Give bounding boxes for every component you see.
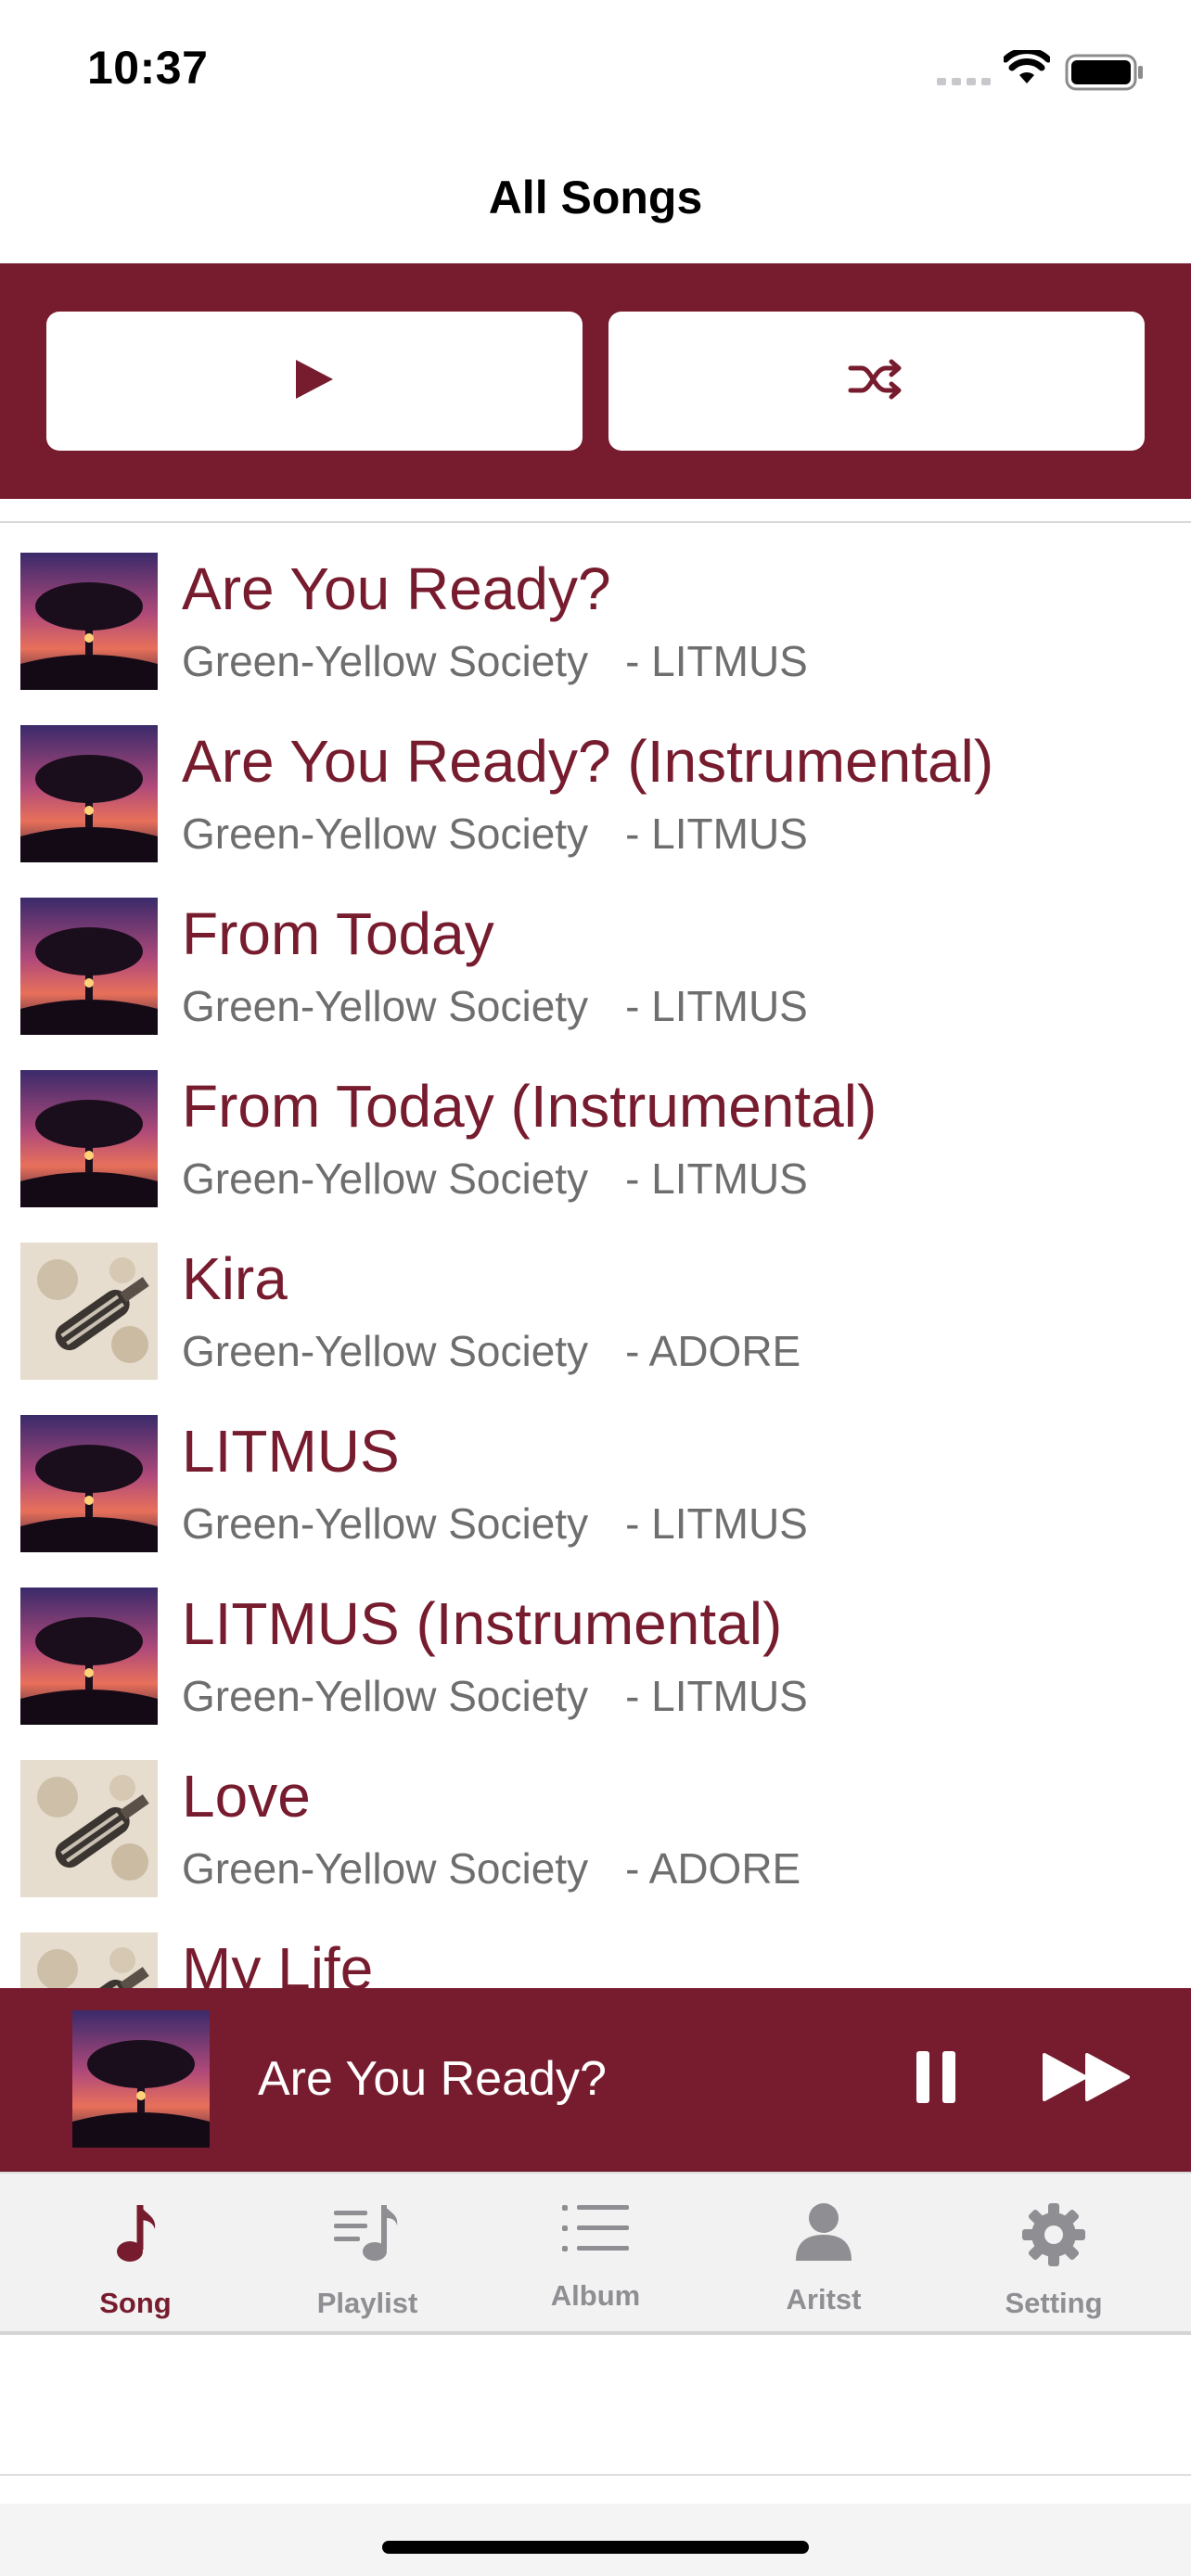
play-all-button[interactable] — [46, 312, 583, 451]
album-artwork — [20, 1932, 158, 1988]
album-artwork — [20, 1760, 158, 1897]
song-album: - ADORE — [625, 1327, 801, 1375]
tab-artist-label: Aritst — [786, 2283, 862, 2315]
song-row[interactable]: Are You Ready? Green-Yellow Society - LITM… — [0, 538, 1191, 710]
song-row[interactable]: Are You Ready? (Instrumental) Green-Yello… — [0, 710, 1191, 883]
tab-playlist-label: Playlist — [316, 2287, 418, 2319]
person-icon — [794, 2201, 853, 2267]
song-title: LITMUS — [182, 1418, 400, 1485]
page-title: All Songs — [488, 172, 703, 223]
battery-icon — [1065, 54, 1145, 96]
song-artist: Green-Yellow Society — [182, 1672, 589, 1720]
tab-setting[interactable]: Setting — [935, 2174, 1172, 2333]
tab-setting-label: Setting — [1005, 2287, 1103, 2319]
song-row[interactable]: Kira Green-Yellow Society - ADORE — [0, 1228, 1191, 1400]
song-album: - ADORE — [625, 1844, 801, 1893]
cellular-signal-icon — [937, 74, 992, 91]
album-artwork — [20, 898, 158, 1035]
now-playing-bar[interactable]: Are You Ready? — [0, 1988, 1191, 2172]
song-row[interactable]: LITMUS (Instrumental) Green-Yellow Societ… — [0, 1573, 1191, 1745]
pause-button[interactable] — [915, 2049, 957, 2110]
song-artist: Green-Yellow Society — [182, 1327, 589, 1375]
song-artist: Green-Yellow Society — [182, 1499, 589, 1548]
gear-icon — [1020, 2201, 1087, 2273]
home-indicator[interactable] — [382, 2541, 809, 2554]
song-title: Are You Ready? (Instrumental) — [182, 728, 994, 795]
status-bar: 10:37 — [0, 0, 1191, 139]
footer-divider — [0, 2474, 1191, 2476]
album-artwork — [20, 1415, 158, 1552]
song-album: - LITMUS — [625, 810, 808, 858]
song-subtitle: Green-Yellow Society - LITMUS — [182, 1671, 808, 1721]
play-icon — [294, 358, 335, 405]
song-title: LITMUS (Instrumental) — [182, 1590, 783, 1657]
song-subtitle: Green-Yellow Society - LITMUS — [182, 636, 808, 686]
tab-album-label: Album — [550, 2279, 641, 2312]
tab-song[interactable]: Song — [17, 2174, 254, 2333]
song-artist: Green-Yellow Society — [182, 1844, 589, 1893]
song-subtitle: Green-Yellow Society - LITMUS — [182, 809, 808, 859]
song-list[interactable]: Are You Ready? Green-Yellow Society - LITM… — [0, 538, 1191, 1988]
song-subtitle: Green-Yellow Society - LITMUS — [182, 1498, 808, 1549]
list-icon — [560, 2201, 631, 2262]
song-row[interactable]: From Today (Instrumental) Green-Yellow So… — [0, 1055, 1191, 1228]
song-album: - LITMUS — [625, 1154, 808, 1203]
song-title: Are You Ready? — [182, 555, 611, 622]
song-artist: Green-Yellow Society — [182, 982, 589, 1030]
tab-playlist[interactable]: Playlist — [249, 2174, 486, 2333]
action-bar — [0, 263, 1191, 499]
song-subtitle: Green-Yellow Society - ADORE — [182, 1326, 800, 1376]
song-title: Love — [182, 1763, 311, 1830]
tab-artist[interactable]: Aritst — [705, 2174, 942, 2333]
empty-area — [0, 2335, 1191, 2474]
tab-bar: Song Playlist Album Aritst Setting — [0, 2172, 1191, 2333]
tab-song-label: Song — [99, 2287, 172, 2319]
song-artist: Green-Yellow Society — [182, 637, 589, 685]
song-row[interactable]: From Today Green-Yellow Society - LITMUS — [0, 883, 1191, 1055]
song-artist: Green-Yellow Society — [182, 1154, 589, 1203]
tab-album[interactable]: Album — [477, 2174, 714, 2333]
playlist-icon — [332, 2201, 403, 2273]
song-album: - LITMUS — [625, 637, 808, 685]
now-playing-artwork — [72, 2010, 210, 2148]
song-album: - LITMUS — [625, 1672, 808, 1720]
shuffle-icon — [847, 357, 906, 406]
song-subtitle: Green-Yellow Society - ADORE — [182, 1843, 800, 1894]
album-artwork — [20, 553, 158, 690]
album-artwork — [20, 1243, 158, 1380]
album-artwork — [20, 725, 158, 862]
wifi-icon — [1002, 47, 1052, 90]
music-note-icon — [112, 2201, 159, 2273]
song-subtitle: Green-Yellow Society - LITMUS — [182, 981, 808, 1031]
fast-forward-button[interactable] — [1043, 2051, 1132, 2108]
song-title: From Today (Instrumental) — [182, 1073, 877, 1140]
song-artist: Green-Yellow Society — [182, 810, 589, 858]
song-album: - LITMUS — [625, 982, 808, 1030]
song-row[interactable]: LITMUS Green-Yellow Society - LITMUS — [0, 1400, 1191, 1573]
footer-area — [0, 2504, 1191, 2576]
shuffle-button[interactable] — [608, 312, 1145, 451]
song-title: From Today — [182, 900, 494, 967]
song-album: - LITMUS — [625, 1499, 808, 1548]
now-playing-title: Are You Ready? — [258, 2052, 607, 2106]
status-time: 10:37 — [87, 42, 209, 94]
song-row[interactable]: Love Green-Yellow Society - ADORE — [0, 1745, 1191, 1918]
list-divider — [0, 521, 1191, 523]
song-subtitle: Green-Yellow Society - LITMUS — [182, 1154, 808, 1204]
song-title: Kira — [182, 1245, 288, 1312]
song-row[interactable]: My Life — [0, 1918, 1191, 1988]
album-artwork — [20, 1588, 158, 1725]
song-title: My Life — [182, 1935, 374, 1988]
album-artwork — [20, 1070, 158, 1207]
